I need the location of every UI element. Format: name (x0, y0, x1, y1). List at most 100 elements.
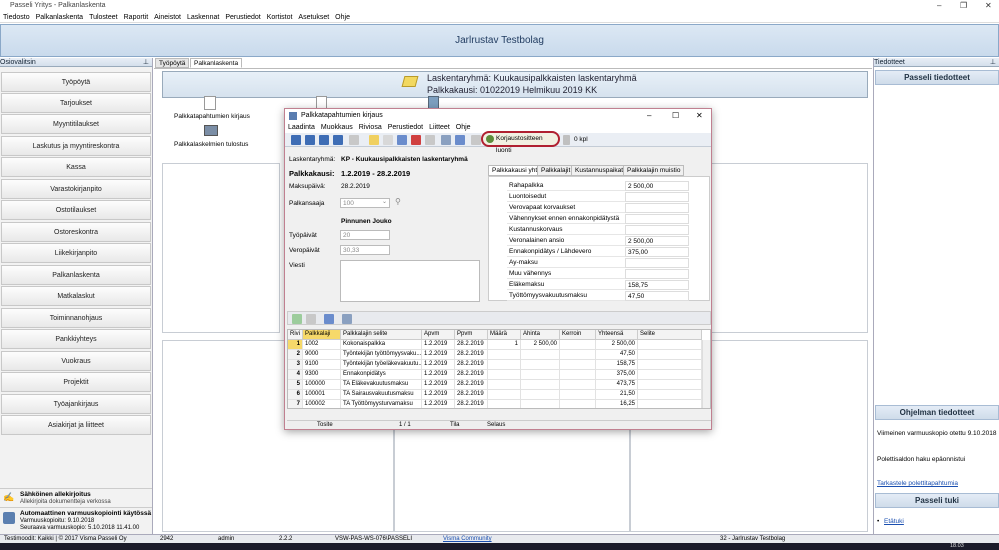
table-cell[interactable] (638, 360, 702, 370)
tab-tyopoyta[interactable]: Työpöytä (155, 58, 190, 68)
menu-aineistot[interactable]: Aineistot (151, 12, 184, 23)
table-cell[interactable]: 28.2.2019 (455, 400, 488, 408)
table-cell[interactable] (638, 390, 702, 400)
table-cell[interactable]: 1.2.2019 (422, 400, 455, 408)
table-cell[interactable] (560, 360, 596, 370)
add-row-icon[interactable] (292, 314, 302, 324)
menu-raportit[interactable]: Raportit (121, 12, 152, 23)
column-header[interactable]: Rivi (288, 330, 303, 340)
table-cell[interactable]: 100000 (303, 380, 341, 390)
table-cell[interactable] (560, 340, 596, 350)
token-transactions-link[interactable]: Tarkastele polettitapahtumia (877, 480, 958, 487)
paperclip-icon[interactable] (563, 135, 570, 145)
column-header[interactable]: Apvm (422, 330, 455, 340)
column-header[interactable]: Ppvm (455, 330, 488, 340)
first-record-icon[interactable] (291, 135, 301, 145)
table-cell[interactable]: 473,75 (596, 380, 638, 390)
tax-days-input[interactable]: 30,33 (340, 245, 390, 255)
dialog-close-icon[interactable]: ✕ (696, 109, 703, 123)
table-cell[interactable]: 9000 (303, 350, 341, 360)
desk-item-payslip-print[interactable]: Palkkalaskelmien tulostus (174, 141, 248, 148)
table-cell[interactable]: Työntekijän työeläkevakuutu... (341, 360, 422, 370)
table-cell[interactable] (488, 350, 521, 360)
table-cell[interactable] (488, 390, 521, 400)
table-cell[interactable]: 16,25 (596, 400, 638, 408)
table-cell[interactable]: 1002 (303, 340, 341, 350)
menu-tiedosto[interactable]: Tiedosto (0, 12, 33, 23)
printer-icon[interactable] (204, 125, 218, 136)
pin-icon-right[interactable]: ⊥ (990, 58, 996, 67)
remote-support-link[interactable]: Etätuki (884, 518, 904, 525)
table-cell[interactable]: 1.2.2019 (422, 370, 455, 380)
table-cell[interactable] (521, 360, 560, 370)
table-cell[interactable] (638, 350, 702, 360)
table-cell[interactable]: 2 (288, 350, 303, 360)
table-cell[interactable]: 1.2.2019 (422, 380, 455, 390)
table-cell[interactable]: 1.2.2019 (422, 350, 455, 360)
column-header[interactable]: Määrä (488, 330, 521, 340)
table-cell[interactable]: 28.2.2019 (455, 340, 488, 350)
nav-tyoajankirjaus[interactable]: Työajankirjaus (1, 394, 151, 414)
column-header[interactable]: Yhteensä (596, 330, 638, 340)
table-cell[interactable] (521, 370, 560, 380)
table-cell[interactable]: 1.2.2019 (422, 340, 455, 350)
next-record-icon[interactable] (319, 135, 329, 145)
nav-pankkiyhteys[interactable]: Pankkiyhteys (1, 329, 151, 349)
table-cell[interactable] (488, 380, 521, 390)
undo-icon[interactable] (425, 135, 435, 145)
table-cell[interactable]: 7 (288, 400, 303, 408)
table-cell[interactable]: 100001 (303, 390, 341, 400)
table-cell[interactable]: 158,75 (596, 360, 638, 370)
table-cell[interactable]: TA Sairausvakuutusmaksu (341, 390, 422, 400)
prev-record-icon[interactable] (305, 135, 315, 145)
table-cell[interactable] (521, 380, 560, 390)
table-cell[interactable] (638, 380, 702, 390)
dialog-minimize-icon[interactable]: – (647, 109, 651, 123)
table-cell[interactable]: 28.2.2019 (455, 360, 488, 370)
desk-item-payroll-entry[interactable]: Palkkatapahtumien kirjaus (174, 113, 250, 120)
table-cell[interactable] (560, 400, 596, 408)
message-textarea[interactable] (340, 260, 480, 302)
table-cell[interactable] (521, 350, 560, 360)
table-cell[interactable] (560, 370, 596, 380)
nav-liikekirjanpito[interactable]: Liikekirjanpito (1, 243, 151, 263)
table-cell[interactable]: 28.2.2019 (455, 350, 488, 360)
nav-toiminnanohjaus[interactable]: Toiminnanohjaus (1, 308, 151, 328)
table-cell[interactable] (560, 390, 596, 400)
table-cell[interactable]: Työntekijän työttömyysvaku... (341, 350, 422, 360)
table-cell[interactable]: TA Työttömyysturvamaksu (341, 400, 422, 408)
dialog-menu-muokkaus[interactable]: Muokkaus (318, 123, 356, 133)
nav-vuokraus[interactable]: Vuokraus (1, 351, 151, 371)
table-cell[interactable]: 375,00 (596, 370, 638, 380)
copy-icon[interactable] (383, 135, 393, 145)
dialog-menu-laadinta[interactable]: Laadinta (285, 123, 318, 133)
menu-ohje[interactable]: Ohje (332, 12, 353, 23)
table-cell[interactable]: 21,50 (596, 390, 638, 400)
nav-ostotilaukset[interactable]: Ostotilaukset (1, 200, 151, 220)
nav-tyopoyta[interactable]: Työpöytä (1, 72, 151, 92)
notice-e-signature[interactable]: ✍ Sähköinen allekirjoitus Allekirjoita d… (0, 488, 152, 506)
table-cell[interactable] (488, 400, 521, 408)
table-cell[interactable] (488, 370, 521, 380)
table-cell[interactable]: 1 (488, 340, 521, 350)
preview-icon[interactable] (441, 135, 451, 145)
dialog-menu-riviosa[interactable]: Riviosa (356, 123, 385, 133)
table-cell[interactable]: 28.2.2019 (455, 380, 488, 390)
table-cell[interactable]: 9300 (303, 370, 341, 380)
subtab-period-totals[interactable]: Palkkakausi yht. (488, 165, 543, 176)
notice-backup[interactable]: Automaattinen varmuuskopiointi käytössä … (0, 507, 152, 533)
table-cell[interactable]: 47,50 (596, 350, 638, 360)
table-cell[interactable]: 5 (288, 380, 303, 390)
table-cell[interactable] (560, 350, 596, 360)
dialog-menu-perustiedot[interactable]: Perustiedot (385, 123, 426, 133)
nav-ostoreskontra[interactable]: Ostoreskontra (1, 222, 151, 242)
nav-palkanlaskenta[interactable]: Palkanlaskenta (1, 265, 151, 285)
new-icon[interactable] (369, 135, 379, 145)
remove-row-icon[interactable] (306, 314, 316, 324)
column-header[interactable]: Palkkalaji (303, 330, 341, 340)
table-cell[interactable] (638, 400, 702, 408)
subtab-pay-types[interactable]: Palkkalajit (537, 165, 575, 176)
column-header[interactable]: Ahinta (521, 330, 560, 340)
nav-projektit[interactable]: Projektit (1, 372, 151, 392)
table-cell[interactable] (488, 360, 521, 370)
